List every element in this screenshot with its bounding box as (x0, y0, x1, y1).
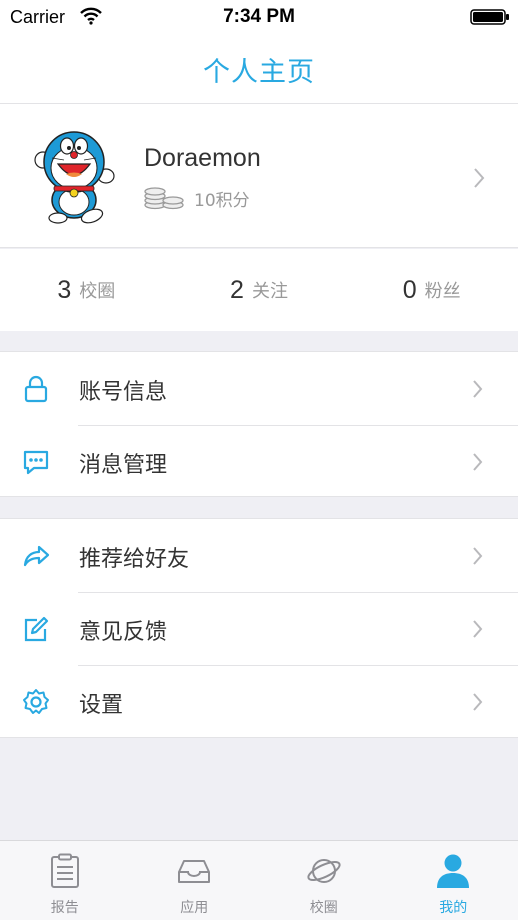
menu-item-feedback[interactable]: 意见反馈 (0, 592, 518, 665)
menu-group-account: 账号信息 消息管理 (0, 351, 518, 497)
chevron-right-icon (473, 620, 483, 638)
navigation-bar: 个人主页 (0, 36, 518, 104)
user-icon (437, 854, 470, 888)
inbox-icon (178, 860, 211, 883)
gear-icon (23, 689, 49, 714)
share-icon (23, 545, 50, 567)
profile-card[interactable]: Doraemon 10积分 (0, 104, 518, 248)
stat-count: 0 (402, 275, 417, 304)
page-title: 个人主页 (203, 57, 315, 88)
chevron-right-icon (473, 547, 483, 565)
menu-item-message-management[interactable]: 消息管理 (0, 425, 518, 498)
tab-report[interactable]: 报告 (0, 841, 130, 920)
stats-row: 3 校圈 2 关注 0 粉丝 (0, 249, 518, 331)
chevron-right-icon (473, 380, 483, 398)
tab-school-circle[interactable]: 校圈 (259, 841, 389, 920)
tab-bar: 报告 应用 校圈 我的 (0, 840, 518, 920)
menu-item-recommend-to-friends[interactable]: 推荐给好友 (0, 519, 518, 592)
chevron-right-icon (474, 168, 485, 188)
menu-item-account-info[interactable]: 账号信息 (0, 352, 518, 425)
edit-icon (24, 616, 49, 642)
chevron-right-icon (473, 693, 483, 711)
menu-label: 推荐给好友 (79, 547, 190, 572)
stat-label: 关注 (251, 281, 288, 302)
username: Doraemon (144, 144, 261, 172)
stat-count: 2 (230, 275, 244, 304)
tab-label: 报告 (50, 900, 79, 916)
planet-icon (307, 859, 341, 883)
menu-label: 设置 (79, 693, 124, 718)
tab-label: 校圈 (309, 900, 338, 916)
stat-count: 3 (57, 275, 72, 304)
menu-group-general: 推荐给好友 意见反馈 设置 (0, 518, 518, 738)
menu-label: 账号信息 (79, 380, 168, 405)
tab-mine[interactable]: 我的 (389, 841, 518, 920)
menu-label: 消息管理 (79, 453, 168, 478)
menu-label: 意见反馈 (79, 620, 168, 645)
stat-label: 粉丝 (424, 281, 461, 302)
status-time: 7:34 PM (223, 6, 295, 27)
stat-label: 校圈 (79, 281, 116, 302)
points-label: 10积分 (194, 191, 250, 211)
report-icon (50, 853, 79, 888)
stat-following[interactable]: 2 关注 (173, 249, 346, 331)
battery-icon (470, 9, 509, 25)
lock-icon (24, 375, 48, 403)
tab-apps[interactable]: 应用 (130, 841, 260, 920)
status-bar: Carrier 7:34 PM (0, 0, 518, 36)
tab-label: 我的 (439, 900, 468, 916)
stat-school-circle[interactable]: 3 校圈 (0, 249, 173, 331)
tab-label: 应用 (180, 900, 209, 916)
menu-item-settings[interactable]: 设置 (0, 665, 518, 738)
message-icon (23, 450, 49, 475)
stat-followers[interactable]: 0 粉丝 (345, 249, 518, 331)
coins-icon (144, 187, 184, 210)
chevron-right-icon (473, 453, 483, 471)
avatar (34, 131, 115, 224)
